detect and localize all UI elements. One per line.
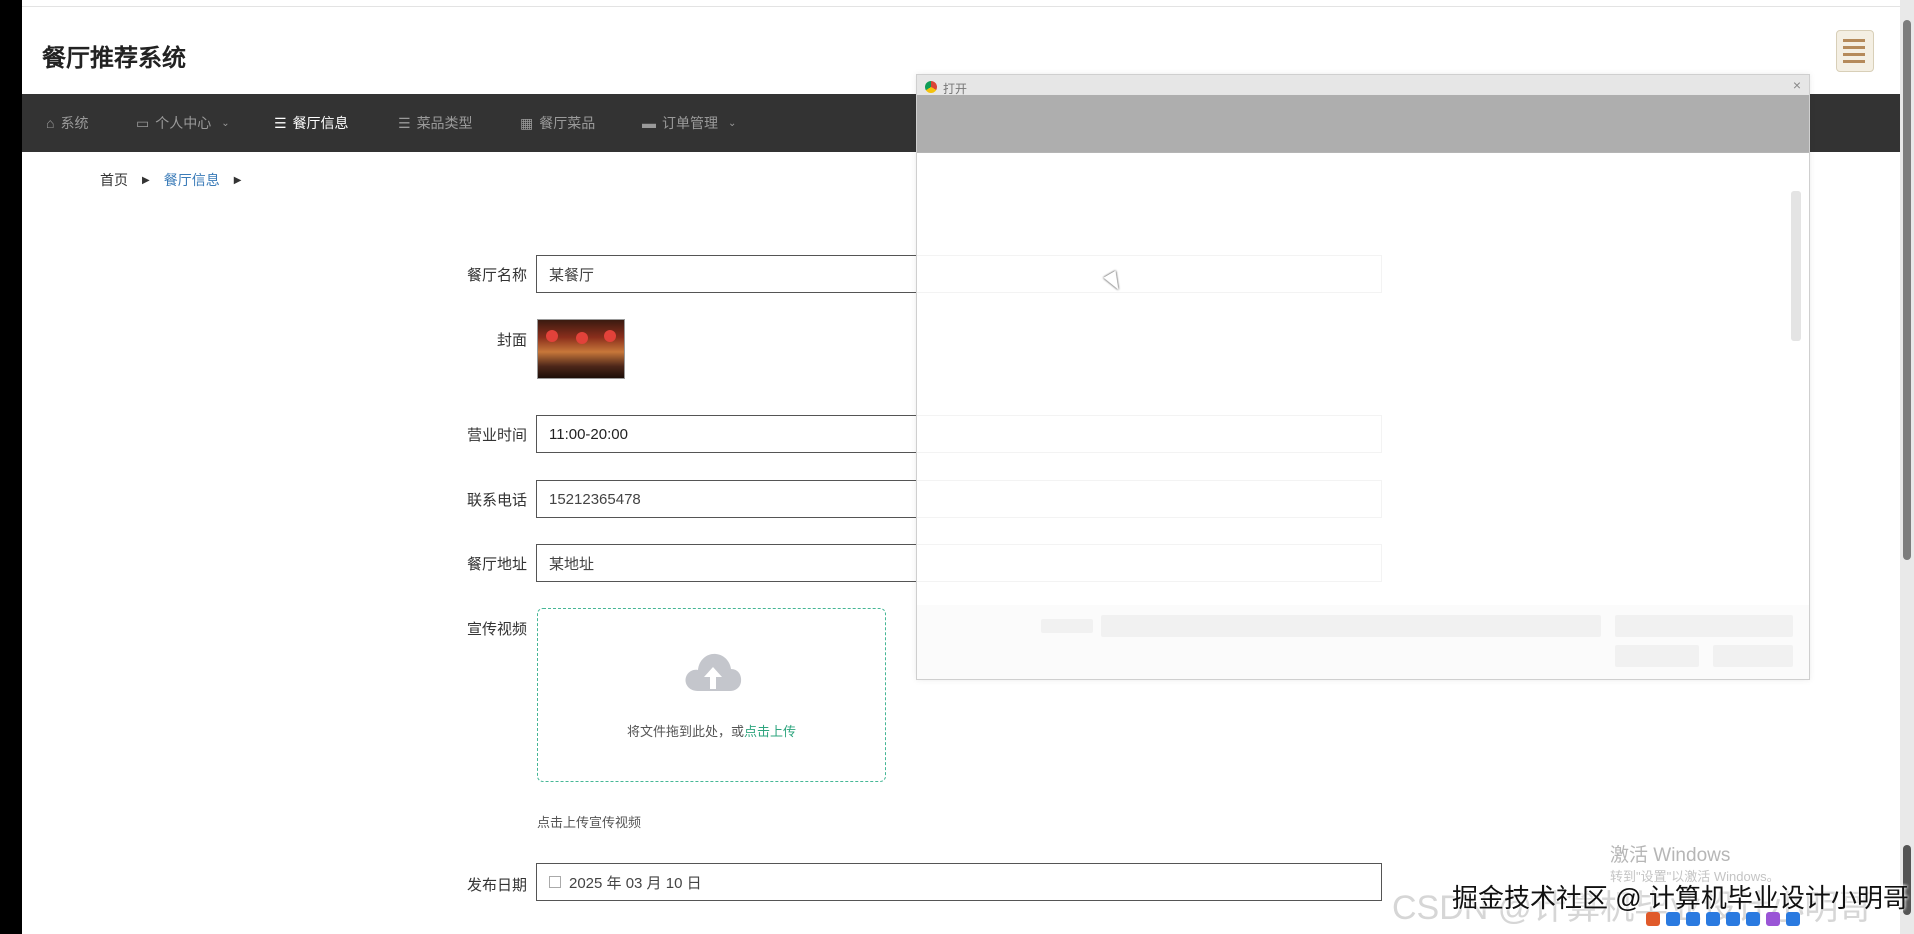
upload-link[interactable]: 点击上传: [744, 724, 796, 739]
left-edge: [0, 0, 22, 934]
windows-activate-title: 激活 Windows: [1610, 845, 1731, 866]
address-value: 某地址: [549, 555, 595, 573]
dialog-scrollbar[interactable]: [1791, 191, 1801, 341]
app-title: 餐厅推荐系统: [42, 45, 186, 72]
nav-label: 个人中心: [155, 115, 212, 131]
card-icon: ▭: [136, 114, 150, 131]
cancel-button[interactable]: [1713, 645, 1793, 667]
tray-icon: [1706, 912, 1720, 926]
cover-image[interactable]: [537, 319, 625, 379]
chrome-icon: [925, 81, 937, 93]
cover-label: 封面: [496, 332, 527, 349]
filename-input[interactable]: [1101, 615, 1601, 637]
restaurant-name-value: 某餐厅: [549, 266, 595, 284]
chevron-right-icon: ▶: [233, 174, 242, 186]
nav-label: 菜品类型: [416, 115, 473, 131]
restaurant-name-label: 餐厅名称: [466, 267, 527, 284]
publish-date-input[interactable]: 2025 年 03 月 10 日: [536, 863, 1382, 901]
business-hours-value: 11:00-20:00: [549, 425, 628, 443]
nav-label: 餐厅菜品: [539, 115, 596, 131]
nav-label: 餐厅信息: [292, 115, 349, 131]
publish-date-label: 发布日期: [466, 877, 527, 894]
page-scrollbar-thumb[interactable]: [1903, 20, 1911, 560]
address-label: 餐厅地址: [466, 556, 527, 573]
phone-label: 联系电话: [466, 492, 527, 509]
tray-icon: [1666, 912, 1680, 926]
filename-label: [1041, 619, 1093, 633]
dialog-close-button[interactable]: ×: [1793, 77, 1801, 93]
breadcrumb: 首页 ▶ 餐厅信息 ▶: [100, 170, 241, 190]
grid-icon: ▦: [520, 114, 534, 131]
chevron-down-icon: ⌄: [221, 117, 230, 129]
upload-hint: 将文件拖到此处，或点击上传: [538, 721, 885, 740]
upload-tip: 点击上传宣传视频: [537, 815, 642, 830]
microphone-icon: [1726, 912, 1740, 926]
top-divider: [22, 6, 1900, 7]
video-upload-dropzone[interactable]: 将文件拖到此处，或点击上传: [537, 608, 886, 782]
business-hours-label: 营业时间: [466, 427, 527, 444]
breadcrumb-current[interactable]: 餐厅信息: [164, 170, 220, 190]
ime-icon: [1646, 912, 1660, 926]
nav-label: 订单管理: [662, 115, 718, 131]
phone-value: 15212365478: [549, 490, 641, 508]
dialog-title: 打开: [943, 82, 968, 96]
chevron-right-icon: ▶: [142, 174, 150, 186]
nav-item-system[interactable]: ⌂ 系统: [46, 94, 88, 152]
publish-date-value: 2025 年 03 月 10 日: [569, 874, 702, 892]
nav-item-order-management[interactable]: ▬ 订单管理 ⌄: [642, 94, 736, 152]
filetype-select[interactable]: [1615, 615, 1793, 637]
list-icon: ☰: [274, 114, 287, 131]
chevron-down-icon: ⌄: [728, 117, 737, 129]
nav-item-personal-center[interactable]: ▭ 个人中心 ⌄: [136, 94, 230, 152]
promo-video-label: 宣传视频: [466, 621, 527, 638]
tray-icon: [1686, 912, 1700, 926]
tray-icon: [1746, 912, 1760, 926]
dialog-titlebar: [917, 75, 1809, 95]
breadcrumb-home[interactable]: 首页: [100, 170, 128, 190]
calendar-icon: [549, 876, 561, 888]
open-file-dialog: 打开 ×: [916, 74, 1810, 680]
nav-item-dish-types[interactable]: ☰ 菜品类型: [398, 94, 473, 152]
dialog-footer: [917, 605, 1809, 679]
user-avatar[interactable]: [1836, 30, 1874, 72]
nav-item-restaurant-dishes[interactable]: ▦ 餐厅菜品: [520, 94, 595, 152]
upload-hint-text: 将文件拖到此处，或: [626, 724, 744, 739]
list-icon: ☰: [398, 114, 411, 131]
upload-cloud-icon: [685, 653, 742, 691]
nav-item-restaurant-info[interactable]: ☰ 餐厅信息: [274, 94, 349, 152]
system-tray: [1646, 906, 1900, 932]
nav-label: 系统: [60, 115, 89, 131]
home-icon: ⌂: [46, 115, 55, 131]
open-button[interactable]: [1615, 645, 1699, 667]
monitor-icon: ▬: [642, 115, 656, 131]
tray-icon: [1766, 912, 1780, 926]
tray-icon: [1786, 912, 1800, 926]
